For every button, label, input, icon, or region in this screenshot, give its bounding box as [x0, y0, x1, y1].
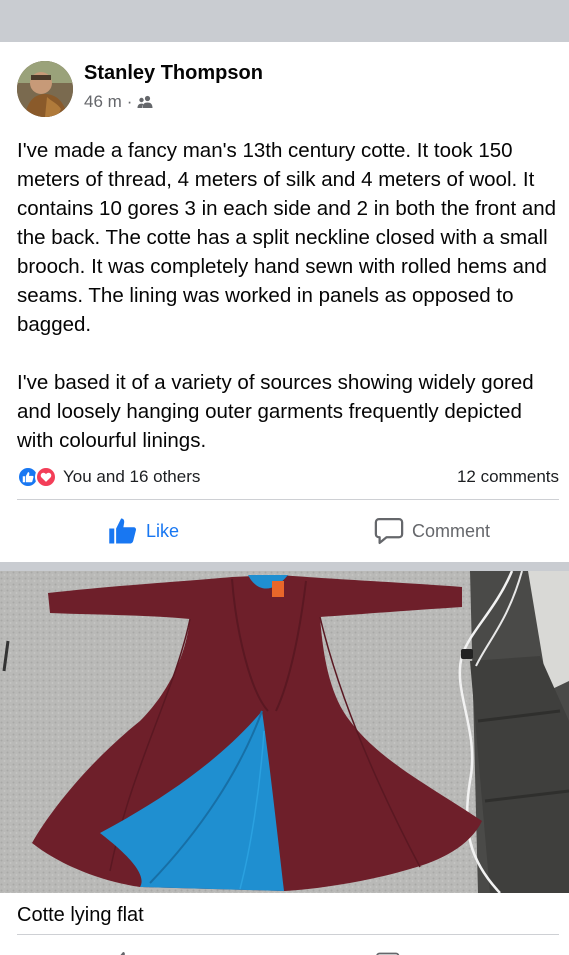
- partial-action-icons: [120, 952, 400, 955]
- cotte-photo-image: [0, 571, 569, 893]
- reactions-bar: You and 16 others 12 comments: [17, 464, 559, 490]
- comment-icon: [374, 518, 404, 544]
- reaction-icons: [17, 466, 57, 488]
- author-name[interactable]: Stanley Thompson: [84, 62, 263, 85]
- post-paragraph: I've made a fancy man's 13th century cot…: [17, 139, 557, 336]
- like-button[interactable]: Like: [108, 514, 179, 548]
- post-paragraph: I've based it of a variety of sources sh…: [17, 371, 534, 452]
- like-label: Like: [146, 520, 180, 541]
- post-photo[interactable]: [0, 571, 569, 893]
- separator-bar: [0, 562, 569, 571]
- photo-actions-partial: [0, 945, 569, 955]
- post-actions: Like Comment: [0, 500, 569, 562]
- friends-icon: [137, 95, 153, 108]
- post-text: I've made a fancy man's 13th century cot…: [17, 136, 562, 455]
- avatar-image: [17, 61, 73, 117]
- reactions-summary[interactable]: You and 16 others: [17, 466, 200, 488]
- post-header: Stanley Thompson 46 m ·: [0, 42, 569, 126]
- top-status-bar: [0, 0, 569, 42]
- post-meta: 46 m ·: [84, 92, 153, 112]
- thumbs-up-icon: [109, 518, 136, 544]
- comment-label: Comment: [412, 520, 491, 541]
- post-time[interactable]: 46 m: [84, 92, 122, 112]
- reactions-text: You and 16 others: [63, 467, 201, 486]
- photo-caption: Cotte lying flat: [17, 904, 144, 926]
- meta-separator: ·: [126, 92, 133, 111]
- divider: [17, 934, 559, 935]
- comment-button[interactable]: Comment: [374, 514, 490, 548]
- love-reaction-icon: [35, 466, 57, 488]
- avatar[interactable]: [17, 61, 73, 117]
- comments-count[interactable]: 12 comments: [457, 467, 559, 487]
